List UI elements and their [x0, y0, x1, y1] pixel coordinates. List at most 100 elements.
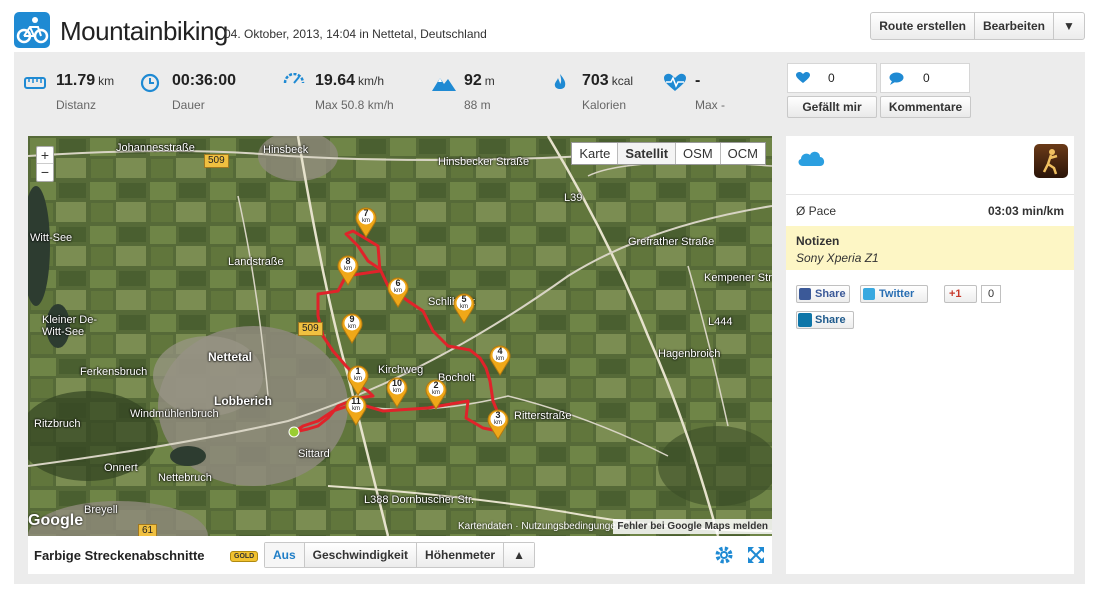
map-place-label: L388 Dornbuscher Str.: [364, 494, 475, 506]
ruler-icon: [24, 73, 46, 93]
km-marker[interactable]: 10 km: [385, 376, 409, 408]
km-marker-number: 9: [349, 314, 355, 324]
km-marker[interactable]: 3 km: [486, 408, 510, 440]
km-marker-number: 4: [497, 346, 503, 356]
map-type-ocm[interactable]: OCM: [721, 143, 765, 164]
gplus-count: 0: [981, 285, 1001, 303]
facebook-share-button[interactable]: Share: [796, 285, 850, 303]
page-title: Mountainbiking: [60, 16, 228, 46]
zoom-out-button[interactable]: −: [37, 164, 53, 181]
km-marker[interactable]: 5 km: [452, 292, 476, 324]
road-number-badge: 509: [298, 322, 323, 336]
map-place-label: L39: [564, 192, 583, 204]
zoom-in-button[interactable]: +: [37, 147, 53, 164]
segment-speed-button[interactable]: Geschwindigkeit: [304, 543, 418, 567]
twitter-share-button[interactable]: Twitter: [860, 285, 928, 303]
map-place-label: Johannesstraße: [116, 142, 195, 154]
mountainbike-icon: [14, 12, 50, 48]
activity-page: Mountainbiking 04. Oktober, 2013, 14:04 …: [0, 0, 1105, 605]
map-place-label: Hinsbecker Straße: [438, 156, 530, 168]
km-marker[interactable]: 7 km: [354, 206, 378, 238]
map-place-label: Lobberich: [214, 394, 273, 408]
km-marker-number: 11: [351, 396, 361, 406]
km-marker-number: 5: [461, 294, 467, 304]
route-map[interactable]: 509 509 61 Hinsbeck Johannesstraße Hinsb…: [28, 136, 772, 536]
segment-mode-selector: Aus Geschwindigkeit Höhenmeter ▲: [264, 542, 536, 568]
fullscreen-icon[interactable]: [746, 545, 766, 565]
linkedin-share-label: Share: [815, 314, 846, 326]
km-marker-number: 6: [395, 278, 401, 288]
comment-button[interactable]: Kommentare: [880, 96, 971, 118]
sidebar: Ø Pace 03:03 min/km Notizen Sony Xperia …: [786, 136, 1074, 574]
map-place-label: Onnert: [104, 462, 138, 474]
road-number-badge: 509: [204, 154, 229, 168]
like-button[interactable]: Gefällt mir: [787, 96, 877, 118]
map-place-label: Witt-See: [30, 232, 73, 244]
km-marker-unit: km: [494, 420, 502, 426]
map-type-karte[interactable]: Karte: [572, 143, 619, 164]
stat-value: 92: [464, 72, 482, 89]
km-marker-unit: km: [496, 356, 504, 362]
km-marker[interactable]: 2 km: [424, 378, 448, 410]
map-place-label: Hagenbroich: [658, 348, 721, 360]
create-route-button[interactable]: Route erstellen: [871, 13, 975, 39]
clock-icon: [140, 73, 162, 93]
stat-label: Dauer: [172, 98, 205, 112]
segment-elevation-button[interactable]: Höhenmeter: [417, 543, 505, 567]
km-marker[interactable]: 1 km: [346, 364, 370, 396]
km-marker[interactable]: 4 km: [488, 344, 512, 376]
km-marker-number: 7: [363, 208, 369, 218]
collapse-toggle-button[interactable]: ▲: [504, 543, 535, 567]
map-type-satellit[interactable]: Satellit: [618, 143, 677, 164]
likes-counter: 0: [787, 63, 877, 93]
mountain-icon: [432, 73, 456, 93]
map-place-label: Kirchweg: [378, 364, 424, 376]
gear-icon[interactable]: [714, 545, 734, 565]
road-number-badge: 61: [138, 524, 158, 536]
stat-label: Distanz: [56, 98, 97, 112]
km-marker-number: 10: [391, 378, 402, 388]
stat-label: Max 50.8 km/h: [315, 98, 394, 112]
notes-title: Notizen: [796, 234, 840, 248]
google-logo: Google: [28, 512, 84, 529]
map-toolbar: Farbige Streckenabschnitte GOLD Aus Gesc…: [28, 536, 772, 574]
facebook-icon: [799, 288, 811, 300]
map-place-label: Breyell: [84, 504, 118, 516]
zoom-control: + −: [36, 146, 54, 182]
gplus-label: +1: [949, 288, 962, 300]
linkedin-share-button[interactable]: Share: [796, 311, 854, 329]
km-marker[interactable]: 9 km: [340, 312, 364, 344]
notes-box: Notizen Sony Xperia Z1: [786, 226, 1074, 270]
twitter-icon: [863, 288, 875, 300]
map-place-label: Nettebruch: [158, 472, 212, 484]
activity-date-location: 04. Oktober, 2013, 14:04 in Nettetal, De…: [224, 27, 487, 41]
km-marker[interactable]: 8 km: [336, 254, 360, 286]
stat-value: 11.79: [56, 72, 96, 89]
km-marker[interactable]: 6 km: [386, 276, 410, 308]
satellite-map-image: [28, 136, 772, 536]
km-marker-unit: km: [362, 218, 370, 224]
edit-button[interactable]: Bearbeiten: [975, 13, 1054, 39]
gplus-button[interactable]: +1: [944, 285, 977, 303]
cloud-icon: [796, 148, 826, 168]
stat-label: Max -: [695, 98, 725, 112]
km-marker-number: 2: [433, 380, 439, 390]
report-map-error-link[interactable]: Fehler bei Google Maps melden: [613, 519, 772, 534]
km-marker-number: 3: [495, 410, 501, 420]
km-marker[interactable]: 11 km: [344, 394, 368, 426]
km-marker-number: 8: [345, 256, 351, 266]
pace-value: 03:03 min/km: [987, 204, 1064, 218]
heart-icon: [796, 72, 810, 83]
map-place-label: Grefrather Straße: [628, 236, 715, 248]
segment-off-button[interactable]: Aus: [265, 543, 305, 567]
km-marker-unit: km: [348, 324, 356, 330]
more-dropdown-button[interactable]: ▼: [1054, 13, 1084, 39]
map-type-osm[interactable]: OSM: [676, 143, 721, 164]
map-place-label: Kempener Str.: [704, 272, 772, 284]
km-marker-unit: km: [354, 376, 362, 382]
stat-value: 703: [582, 72, 609, 89]
map-terms-link[interactable]: Kartendaten · Nutzungsbedingungen: [458, 521, 621, 532]
stat-label: Kalorien: [582, 98, 627, 112]
km-marker-unit: km: [352, 406, 360, 412]
stat-value: 00:36:00: [172, 72, 237, 89]
